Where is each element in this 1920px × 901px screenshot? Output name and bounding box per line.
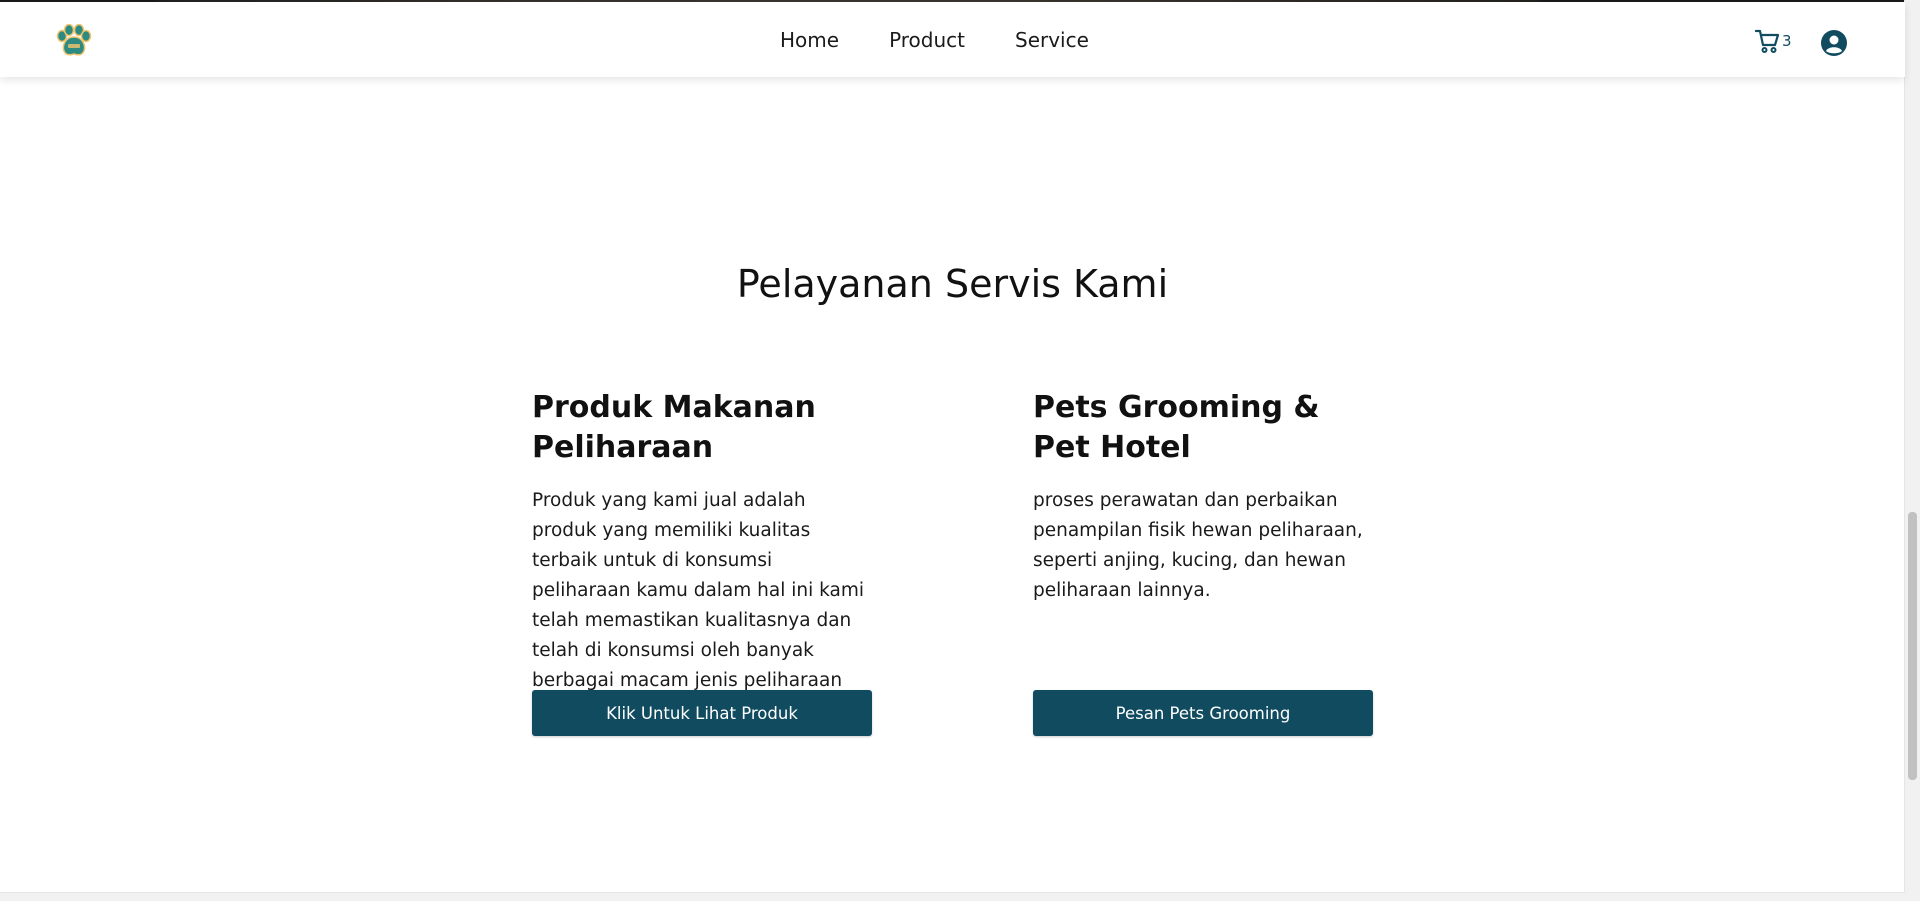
main-nav: Home Product Service <box>780 28 1089 52</box>
navbar: Home Product Service 3 <box>0 2 1905 77</box>
paw-logo-icon[interactable] <box>54 23 94 58</box>
card-description: Produk yang kami jual adalah produk yang… <box>532 490 865 691</box>
card-title: Produk Makanan Peliharaan <box>532 390 816 465</box>
view-products-button[interactable]: Klik Untuk Lihat Produk <box>532 690 872 736</box>
nav-home[interactable]: Home <box>780 28 839 52</box>
book-grooming-button[interactable]: Pesan Pets Grooming <box>1033 690 1373 736</box>
page: Home Product Service 3 Pelayanan Servis … <box>0 0 1920 901</box>
scrollbar-thumb[interactable] <box>1908 512 1917 780</box>
service-card-grooming: Pets Grooming & Pet Hotel proses perawat… <box>1033 388 1373 736</box>
cart-icon <box>1754 28 1780 58</box>
cart-count-badge: 3 <box>1782 32 1792 50</box>
nav-service[interactable]: Service <box>1015 28 1089 52</box>
card-description: proses perawatan dan perbaikan penampila… <box>1033 490 1363 601</box>
service-card-food: Produk Makanan Peliharaan Produk yang ka… <box>532 388 872 736</box>
cart-button[interactable]: 3 <box>1754 28 1792 58</box>
card-title: Pets Grooming & Pet Hotel <box>1033 390 1320 465</box>
section-title: Pelayanan Servis Kami <box>736 262 1169 306</box>
horizontal-scrollbar[interactable] <box>0 892 1905 901</box>
nav-product[interactable]: Product <box>889 28 965 52</box>
user-circle-icon[interactable] <box>1820 29 1848 57</box>
vertical-scrollbar[interactable] <box>1904 0 1920 901</box>
